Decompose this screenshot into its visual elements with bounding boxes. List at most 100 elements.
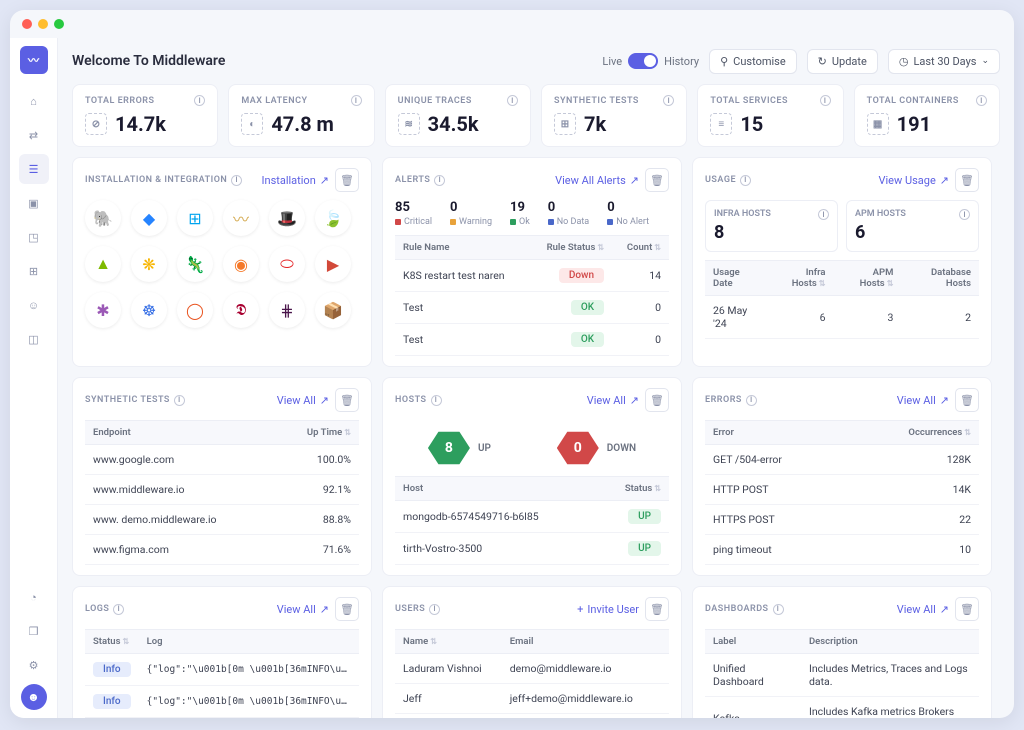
info-icon[interactable]: i xyxy=(174,395,185,406)
integration-tile[interactable]: ☸ xyxy=(131,292,167,328)
view-all-link[interactable]: View All↗ xyxy=(277,603,329,616)
integration-tile[interactable]: ◉ xyxy=(223,246,259,282)
table-row[interactable]: mongodb-6574549716-b6l85UP xyxy=(395,501,669,533)
col-db-hosts[interactable]: Database Hosts xyxy=(931,267,971,289)
nav-metrics-icon[interactable]: ◫ xyxy=(19,324,49,354)
view-all-link[interactable]: View All↗ xyxy=(897,394,949,407)
info-icon[interactable]: i xyxy=(818,209,829,220)
delete-button[interactable]: 🗑 xyxy=(335,168,359,192)
delete-button[interactable]: 🗑 xyxy=(335,388,359,412)
col-error[interactable]: Error xyxy=(705,421,847,445)
info-icon[interactable]: i xyxy=(429,604,440,615)
col-uptime[interactable]: Up Time xyxy=(307,427,342,438)
col-rule-name[interactable]: Rule Name xyxy=(395,236,529,260)
table-row[interactable]: Laduram Vishnoidemo@middleware.io xyxy=(395,654,669,684)
info-icon[interactable]: i xyxy=(231,175,242,186)
table-row[interactable]: TestOK0 xyxy=(395,324,669,356)
info-icon[interactable]: i xyxy=(959,209,970,220)
integration-tile[interactable]: ◆ xyxy=(131,200,167,236)
table-row[interactable]: tirth-Vostro-3500UP xyxy=(395,533,669,565)
col-status[interactable]: Status xyxy=(625,483,652,494)
integration-tile[interactable]: 🍃 xyxy=(315,200,351,236)
app-logo[interactable]: 〰 xyxy=(20,46,48,74)
info-icon[interactable]: i xyxy=(773,604,784,615)
table-row[interactable]: GET /504-error128K xyxy=(705,445,979,475)
table-row[interactable]: www.google.com100.0% xyxy=(85,445,359,475)
info-icon[interactable]: i xyxy=(663,95,674,106)
nav-cube-icon[interactable]: ❒ xyxy=(19,616,49,646)
nav-settings-icon[interactable]: ⚙ xyxy=(19,650,49,680)
view-all-link[interactable]: View All↗ xyxy=(587,394,639,407)
col-endpoint[interactable]: Endpoint xyxy=(85,421,277,445)
info-icon[interactable]: i xyxy=(113,604,124,615)
table-row[interactable]: Unified DashboardIncludes Metrics, Trace… xyxy=(705,654,979,697)
integration-tile[interactable]: 𝕯 xyxy=(223,292,259,328)
table-row[interactable]: HTTPS POST22 xyxy=(705,505,979,535)
integration-tile[interactable]: ▶ xyxy=(315,246,351,282)
delete-button[interactable]: 🗑 xyxy=(955,388,979,412)
daterange-button[interactable]: ◷Last 30 Days⌄ xyxy=(888,49,1000,74)
nav-docs-icon[interactable]: ▣ xyxy=(19,188,49,218)
info-icon[interactable]: i xyxy=(820,95,831,106)
delete-button[interactable]: 🗑 xyxy=(335,597,359,621)
integration-tile[interactable]: ◯ xyxy=(177,292,213,328)
integration-tile[interactable]: ⊞ xyxy=(177,200,213,236)
table-row[interactable]: Info{"log":"\u001b[0m \u001b[36mINFO\u00… xyxy=(85,686,359,718)
table-row[interactable]: K8S restart test narenDown14 xyxy=(395,260,669,292)
table-row[interactable]: 26 May '24632 xyxy=(705,296,979,339)
table-row[interactable]: ping timeout10 xyxy=(705,535,979,565)
maximize-icon[interactable] xyxy=(54,19,64,29)
col-rule-status[interactable]: Rule Status xyxy=(547,242,596,253)
view-all-link[interactable]: View All↗ xyxy=(277,394,329,407)
col-host[interactable]: Host xyxy=(395,477,599,501)
live-history-toggle[interactable]: Live History xyxy=(602,53,699,69)
invite-user-button[interactable]: +Invite User xyxy=(577,603,639,616)
nav-bot-icon[interactable]: ☺ xyxy=(19,290,49,320)
info-icon[interactable]: i xyxy=(351,95,362,106)
table-row[interactable]: Jeffjeff+demo@middleware.io xyxy=(395,684,669,714)
col-description[interactable]: Description xyxy=(801,630,979,654)
nav-services-icon[interactable]: ⊞ xyxy=(19,256,49,286)
integration-tile[interactable]: 🎩 xyxy=(269,200,305,236)
close-icon[interactable] xyxy=(22,19,32,29)
view-all-alerts-link[interactable]: View All Alerts↗ xyxy=(555,174,639,187)
toggle-switch[interactable] xyxy=(628,53,658,69)
integration-tile[interactable]: ✱ xyxy=(85,292,121,328)
info-icon[interactable]: i xyxy=(976,95,987,106)
col-usage-date[interactable]: Usage Date xyxy=(705,261,766,296)
integration-tile[interactable]: ▲ xyxy=(85,246,121,282)
integration-tile[interactable]: 🐘 xyxy=(85,200,121,236)
nav-home-icon[interactable]: ⌂ xyxy=(19,86,49,116)
view-all-link[interactable]: View All↗ xyxy=(897,603,949,616)
user-avatar[interactable]: ☻ xyxy=(21,684,47,710)
view-usage-link[interactable]: View Usage↗ xyxy=(878,174,949,187)
delete-button[interactable]: 🗑 xyxy=(645,597,669,621)
installation-link[interactable]: Installation↗ xyxy=(262,174,330,187)
customise-button[interactable]: ⚲Customise xyxy=(709,49,797,74)
integration-tile[interactable]: ⋕ xyxy=(269,292,305,328)
col-occurrences[interactable]: Occurrences xyxy=(908,427,962,438)
table-row[interactable]: HTTP POST14K xyxy=(705,475,979,505)
integration-tile[interactable]: 🦎 xyxy=(177,246,213,282)
info-icon[interactable]: i xyxy=(507,95,518,106)
info-icon[interactable]: i xyxy=(194,95,205,106)
info-icon[interactable]: i xyxy=(740,175,751,186)
nav-support-icon[interactable]: ◔ xyxy=(19,582,49,612)
integration-tile[interactable]: ❋ xyxy=(131,246,167,282)
integration-tile[interactable]: 📦 xyxy=(315,292,351,328)
col-label[interactable]: Label xyxy=(705,630,801,654)
delete-button[interactable]: 🗑 xyxy=(645,388,669,412)
delete-button[interactable]: 🗑 xyxy=(645,168,669,192)
minimize-icon[interactable] xyxy=(38,19,48,29)
col-status[interactable]: Status xyxy=(93,636,120,647)
info-icon[interactable]: i xyxy=(746,395,757,406)
table-row[interactable]: KafkaIncludes Kafka metrics Brokers onli… xyxy=(705,697,979,719)
col-count[interactable]: Count xyxy=(627,242,652,253)
table-row[interactable]: Info{"log":"\u001b[0m \u001b[36mINFO\u00… xyxy=(85,718,359,719)
table-row[interactable]: TestOK0 xyxy=(395,292,669,324)
integration-tile[interactable]: ⬭ xyxy=(269,246,305,282)
col-name[interactable]: Name xyxy=(403,636,428,647)
table-row[interactable]: Info{"log":"\u001b[0m \u001b[36mINFO\u00… xyxy=(85,654,359,686)
integration-tile[interactable]: 〰 xyxy=(223,200,259,236)
delete-button[interactable]: 🗑 xyxy=(955,597,979,621)
